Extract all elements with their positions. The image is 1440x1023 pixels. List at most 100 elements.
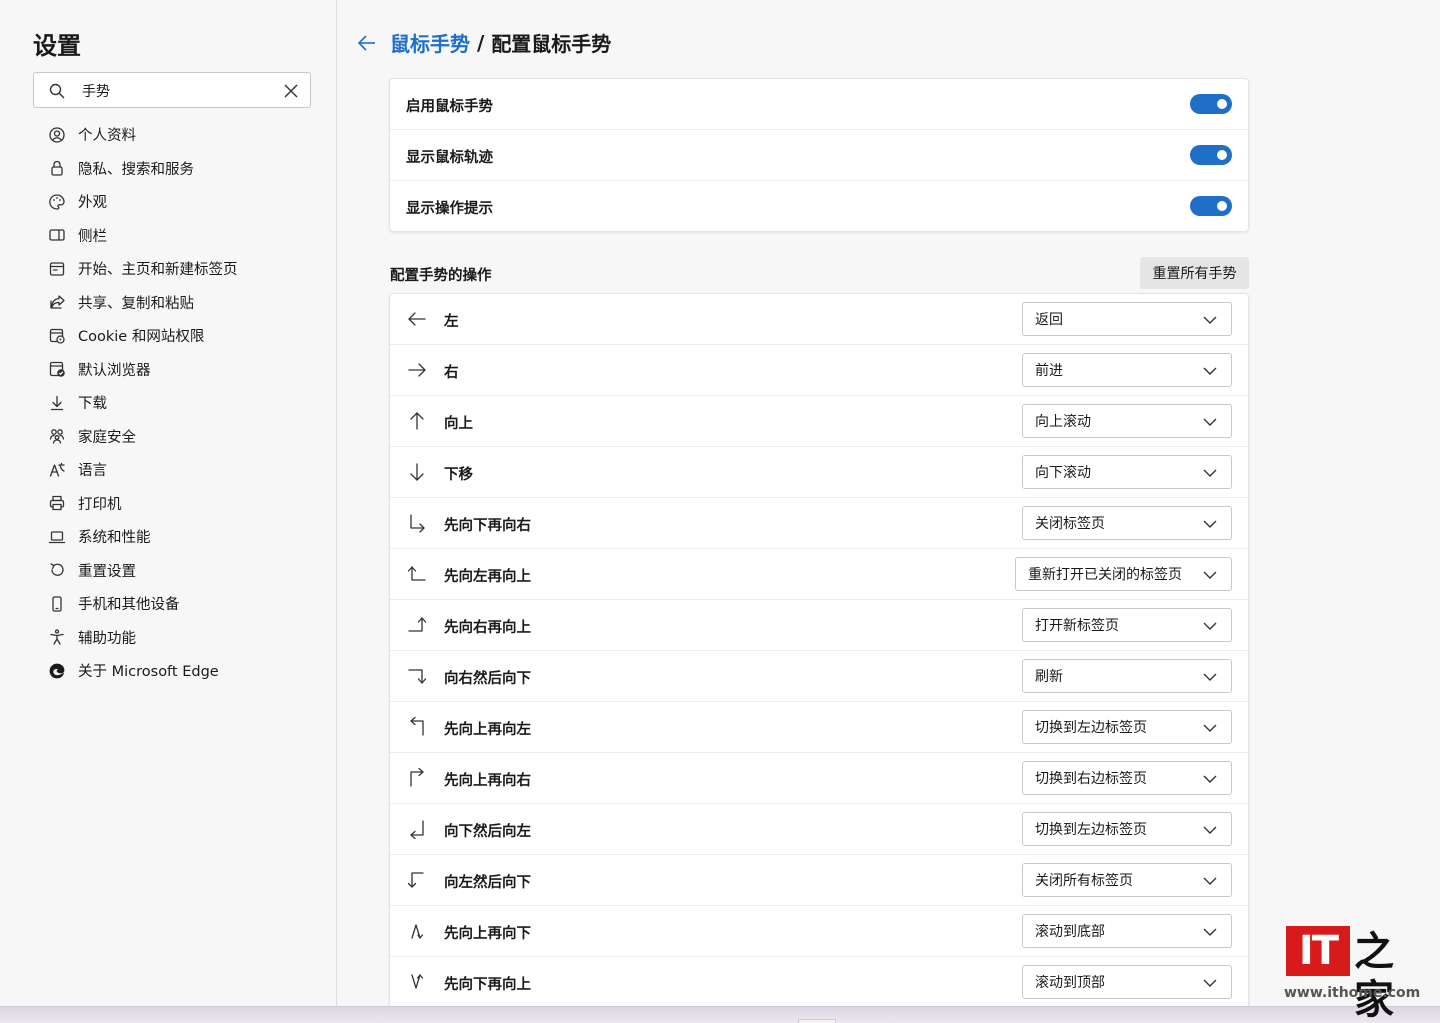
sidebar-item[interactable]: 重置设置 (33, 554, 323, 588)
sidebar-item-label: 系统和性能 (78, 530, 151, 547)
gesture-action-value: 切换到左边标签页 (1035, 822, 1147, 838)
toggle-settings-card: 启用鼠标手势 显示鼠标轨迹 显示操作提示 (389, 78, 1249, 232)
gesture-action-select[interactable]: 滚动到底部 (1022, 914, 1232, 948)
sidebar-item[interactable]: 打印机 (33, 487, 323, 521)
sidebar-item[interactable]: 默认浏览器 (33, 353, 323, 387)
breadcrumb-separator: / (477, 30, 485, 55)
accessibility-icon (47, 627, 67, 647)
chevron-down-icon (1203, 571, 1217, 579)
gesture-label: 先向右再向上 (444, 620, 531, 636)
breadcrumb-parent-link[interactable]: 鼠标手势 (390, 28, 470, 57)
gesture-action-value: 打开新标签页 (1035, 618, 1119, 634)
gesture-action-select[interactable]: 向下滚动 (1022, 455, 1232, 489)
sidebar-item[interactable]: 共享、复制和粘贴 (33, 286, 323, 320)
toggle-row-show-hints: 显示操作提示 (390, 181, 1248, 232)
chevron-down-icon (1203, 520, 1217, 528)
gesture-label: 向左然后向下 (444, 875, 531, 891)
chevron-down-icon (1203, 622, 1217, 630)
taskbar-edge (0, 1006, 1440, 1023)
chevron-down-icon (1203, 724, 1217, 732)
gesture-row: 向右然后向下 刷新 (390, 651, 1248, 702)
lock-icon (47, 158, 67, 178)
gesture-action-select[interactable]: 前进 (1022, 353, 1232, 387)
gesture-row: 向上 向上滚动 (390, 396, 1248, 447)
profile-icon (47, 125, 67, 145)
show-trail-toggle[interactable] (1190, 145, 1232, 165)
gesture-action-select[interactable]: 重新打开已关闭的标签页 (1015, 557, 1232, 591)
sidebar-item[interactable]: 语言 (33, 453, 323, 487)
settings-sidebar: 设置 手势 个人资料隐私、搜索和服务外观 侧栏开始、主页和新建标签页 共享、复制和粘… (0, 0, 337, 1006)
toggle-label: 显示操作提示 (406, 201, 493, 217)
gesture-label: 向下然后向左 (444, 824, 531, 840)
sidebar-item[interactable]: Cookie 和网站权限 (33, 319, 323, 353)
clear-search-icon[interactable] (282, 82, 300, 100)
sidebar-item-label: 个人资料 (78, 128, 136, 145)
sidebar-item-label: 打印机 (78, 496, 122, 513)
gesture-row: 先向左再向上 重新打开已关闭的标签页 (390, 549, 1248, 600)
gesture-label: 下移 (444, 467, 473, 483)
gesture-label: 向右然后向下 (444, 671, 531, 687)
reset-all-gestures-button[interactable]: 重置所有手势 (1140, 257, 1249, 289)
chevron-down-icon (1203, 826, 1217, 834)
gesture-label: 先向上再向左 (444, 722, 531, 738)
gesture-action-value: 刷新 (1035, 669, 1063, 685)
sidebar-item-label: 手机和其他设备 (78, 597, 180, 614)
sidebar-item[interactable]: 系统和性能 (33, 520, 323, 554)
sidebar-item[interactable]: 开始、主页和新建标签页 (33, 252, 323, 286)
sidebar-item[interactable]: 辅助功能 (33, 621, 323, 655)
sidebar-item[interactable]: 家庭安全 (33, 420, 323, 454)
sidebar-item-label: 共享、复制和粘贴 (78, 295, 194, 312)
language-icon (47, 460, 67, 480)
sidebar-title: 设置 (33, 32, 81, 60)
sidebar-item-label: 默认浏览器 (78, 362, 151, 379)
search-settings-input[interactable]: 手势 (33, 72, 311, 108)
gesture-action-select[interactable]: 打开新标签页 (1022, 608, 1232, 642)
sidebar-item[interactable]: 下载 (33, 386, 323, 420)
gesture-action-select[interactable]: 关闭标签页 (1022, 506, 1232, 540)
sidebar-item-label: 开始、主页和新建标签页 (78, 262, 238, 279)
edge-icon (47, 661, 67, 681)
show-hints-toggle[interactable] (1190, 196, 1232, 216)
toggle-knob (1217, 201, 1227, 211)
sidebar-item[interactable]: 侧栏 (33, 219, 323, 253)
gesture-label: 右 (444, 365, 459, 381)
gesture-action-value: 关闭所有标签页 (1035, 873, 1133, 889)
gesture-action-select[interactable]: 切换到左边标签页 (1022, 812, 1232, 846)
gesture-action-value: 向下滚动 (1035, 465, 1091, 481)
family-icon (47, 426, 67, 446)
phone-icon (47, 594, 67, 614)
chevron-down-icon (1203, 673, 1217, 681)
back-arrow-icon[interactable] (356, 32, 378, 54)
sidebar-item[interactable]: 关于 Microsoft Edge (33, 654, 323, 688)
gesture-row: 先向右再向上 打开新标签页 (390, 600, 1248, 651)
sidebar-item-label: 隐私、搜索和服务 (78, 161, 194, 178)
sidebar-item-label: 关于 Microsoft Edge (78, 664, 219, 681)
toggle-row-enable-gestures: 启用鼠标手势 (390, 79, 1248, 130)
gesture-action-value: 滚动到底部 (1035, 924, 1105, 940)
gesture-action-select[interactable]: 切换到左边标签页 (1022, 710, 1232, 744)
chevron-down-icon (1203, 928, 1217, 936)
enable-gestures-toggle[interactable] (1190, 94, 1232, 114)
sidebar-item[interactable]: 个人资料 (33, 118, 323, 152)
sidebar-item[interactable]: 外观 (33, 185, 323, 219)
gesture-row: 先向下再向上 滚动到顶部 (390, 957, 1248, 1008)
sidebar-item-label: 辅助功能 (78, 630, 136, 647)
gesture-action-select[interactable]: 滚动到顶部 (1022, 965, 1232, 999)
watermark-name: 之家 (1354, 928, 1394, 1023)
chevron-down-icon (1203, 367, 1217, 375)
gesture-action-select[interactable]: 刷新 (1022, 659, 1232, 693)
gesture-action-select[interactable]: 关闭所有标签页 (1022, 863, 1232, 897)
up-down-icon (411, 924, 424, 939)
gesture-row: 先向上再向左 切换到左边标签页 (390, 702, 1248, 753)
gesture-action-select[interactable]: 返回 (1022, 302, 1232, 336)
gesture-action-select[interactable]: 切换到右边标签页 (1022, 761, 1232, 795)
breadcrumb: 鼠标手势 / 配置鼠标手势 (356, 28, 611, 57)
gesture-label: 先向下再向上 (444, 977, 531, 993)
gesture-row: 先向下再向右 关闭标签页 (390, 498, 1248, 549)
sidebar-item[interactable]: 隐私、搜索和服务 (33, 152, 323, 186)
ithome-watermark: IT 之家 www.ithome.com (1284, 926, 1424, 1023)
gesture-action-select[interactable]: 向上滚动 (1022, 404, 1232, 438)
default-browser-icon (47, 359, 67, 379)
sidebar-item[interactable]: 手机和其他设备 (33, 587, 323, 621)
reset-icon (47, 560, 67, 580)
